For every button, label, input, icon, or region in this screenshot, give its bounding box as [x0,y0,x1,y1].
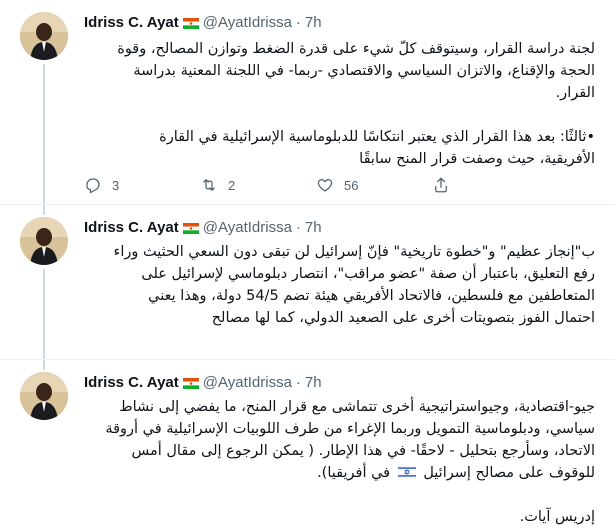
tweet-header: Idriss C. Ayat @AyatIdrissa · 7h [84,372,322,392]
niger-flag-icon [182,221,199,234]
tweet-1[interactable]: Idriss C. Ayat @AyatIdrissa · 7h لجنة در… [0,0,615,205]
share-icon [435,177,447,193]
heart-icon [317,178,333,192]
thread-connector [43,64,45,204]
tweet-text: لجنة دراسة القرار، وسيتوقف كلّ شيء على ق… [84,38,595,170]
tweet-line: جيو-اقتصادية، وجيواستراتيجية أخرى تتماشى… [119,399,595,415]
author-handle[interactable]: @AyatIdrissa [203,374,292,391]
tweet-line: الاتحاد، وسأرجع بتحليل - لاحقًا- في هذا … [131,443,595,459]
retweet-count: 2 [228,177,236,193]
tweet-actions: 3 2 56 [84,175,450,195]
tweet-line: احتمال الفوز بتصويتات أخرى على الصعيد ال… [211,310,595,326]
separator-dot: · [295,373,301,391]
separator-dot: · [295,13,301,31]
reply-icon [86,178,100,194]
author-name[interactable]: Idriss C. Ayat [84,374,179,391]
tweet-header: Idriss C. Ayat @AyatIdrissa · 7h [84,217,322,237]
author-name[interactable]: Idriss C. Ayat [84,14,179,31]
reply-button[interactable]: 3 [84,176,164,194]
avatar[interactable] [20,12,68,60]
tweet-line: للوقوف على مصالح إسرائيل في أفريقيا). [84,462,595,484]
niger-flag-icon [182,376,199,389]
share-button[interactable] [432,176,450,194]
tweet-line: ب"إنجاز عظيم" و"خطوة تاريخية" فإنّ إسرائ… [113,244,596,260]
tweet-line: •ثالثًا: بعد هذا القرار الذي يعتبر انتكا… [159,129,595,145]
author-handle[interactable]: @AyatIdrissa [203,219,292,236]
separator-dot: · [295,218,301,236]
tweet-line: لجنة دراسة القرار، وسيتوقف كلّ شيء على ق… [117,41,595,57]
tweet-line: القرار. [555,85,595,101]
tweet-line-part: للوقوف على مصالح إسرائيل [423,465,595,481]
retweet-button[interactable]: 2 [200,176,280,194]
israel-flag-icon [397,463,417,479]
tweet-line-part: في أفريقيا). [317,465,391,481]
niger-flag-icon [182,16,199,29]
timestamp[interactable]: 7h [305,14,322,31]
timestamp[interactable]: 7h [305,374,322,391]
thread-connector [43,205,45,215]
tweet-line: الأفريقية، حيث وصفت قرار المنح سابقًا [359,151,595,167]
tweet-header: Idriss C. Ayat @AyatIdrissa · 7h [84,12,322,32]
retweet-icon [203,179,215,191]
tweet-line: المتعاطفين مع فلسطين، فالاتحاد الأفريقي … [148,288,595,304]
like-button[interactable]: 56 [316,176,396,194]
tweet-line: الحجة والإقناع، والاتزان السياسي والاقتص… [133,63,595,79]
tweet-line: سياسي، ودبلوماسية التمويل وربما الإغراء … [105,421,595,437]
tweet-text: ب"إنجاز عظيم" و"خطوة تاريخية" فإنّ إسرائ… [84,241,596,329]
author-handle[interactable]: @AyatIdrissa [203,14,292,31]
reply-count: 3 [112,177,120,193]
avatar[interactable] [20,217,68,265]
timestamp[interactable]: 7h [305,219,322,236]
avatar[interactable] [20,372,68,420]
thread-connector [43,360,45,370]
tweet-text: جيو-اقتصادية، وجيواستراتيجية أخرى تتماشى… [84,396,595,528]
tweet-line: رفع التعليق، باعتبار أن صفة "عضو مراقب"،… [141,266,595,282]
tweet-3[interactable]: Idriss C. Ayat @AyatIdrissa · 7h جيو-اقت… [0,360,615,525]
like-count: 56 [344,177,359,193]
signature: إدريس آيات. [519,509,595,525]
thread-connector [43,269,45,359]
tweet-2[interactable]: Idriss C. Ayat @AyatIdrissa · 7h ب"إنجاز… [0,205,615,360]
author-name[interactable]: Idriss C. Ayat [84,219,179,236]
